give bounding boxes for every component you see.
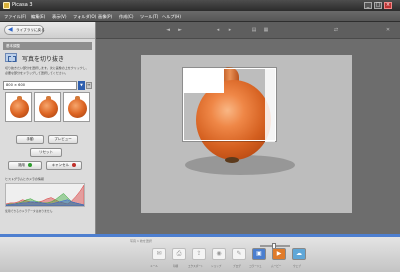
previous-photo-icon[interactable]: ◄ [164,27,172,34]
bottom-tray: 写真 1 枚を選択 ✉ メール ⎙ 印刷 ⇪ エクスポート ◉ ショップ ✎ ブ… [0,234,400,272]
back-to-library-label: ライブラリに戻る [16,28,45,32]
selection-status: 写真 1 枚を選択 [130,239,152,243]
crop-selection-box[interactable] [183,68,276,142]
apply-button[interactable]: 適用 [8,161,42,170]
crop-preview-thumb-1[interactable] [5,92,32,122]
histogram-label: ヒストグラムとカメラの情報 [5,177,44,181]
onion-root [225,157,239,163]
rotate-left-icon[interactable]: ◂ [214,27,222,34]
histogram-note: 使用できるカメラデータはありません [5,209,53,213]
export-icon[interactable]: ⇪ [192,248,206,260]
close-button[interactable]: × [384,2,392,9]
photo-stage [96,39,400,234]
crop-preview-thumb-2[interactable] [34,92,61,122]
title-bar: Picasa 3 _ □ × [0,0,400,11]
swap-orientation-icon[interactable]: ↔ [86,82,92,89]
menu-file[interactable]: ファイル(F) [4,14,26,20]
maximize-button[interactable]: □ [374,2,382,9]
close-view-icon[interactable]: ✕ [384,27,392,34]
aspect-ratio-row: 800 × 600 ▼ ↔ [3,81,92,90]
crop-tool-title: 写真を切り抜き [22,56,65,63]
blog-label: ブログ [233,265,241,268]
tab-basic-fixes[interactable]: 基本調整 [3,42,92,50]
picasa-app-icon [3,2,10,9]
shop-label: ショップ [211,265,222,268]
onion-thumb-image [10,99,29,118]
window-title: Picasa 3 [12,2,33,8]
menu-tools[interactable]: ツール(T) [140,14,158,20]
crop-tool-icon [5,53,17,62]
email-label: メール [150,265,158,268]
single-view-icon[interactable]: ▤ [250,27,258,34]
histogram-graph [5,184,85,207]
edit-panel: ◀ ライブラリに戻る 基本調整 写真を切り抜き 切り抜きたい部分を選択します。次… [0,22,96,235]
blog-icon[interactable]: ✎ [232,248,246,260]
histogram-box [5,183,85,207]
web-upload-icon[interactable]: ☁ [292,248,306,260]
back-to-library-button[interactable]: ◀ ライブラリに戻る [4,25,45,35]
export-label: エクスポート [188,265,204,268]
cancel-button[interactable]: キャンセル [46,161,82,170]
menu-view[interactable]: 表示(V) [52,14,67,20]
movie-icon[interactable]: ▶ [272,248,286,260]
email-icon[interactable]: ✉ [152,248,166,260]
photo-toolbar: ◄ ► ◂ ▸ ▤ ▦ ⇄ ✕ [96,22,400,39]
onion-thumb-image [39,99,58,118]
check-icon [28,163,33,167]
aspect-ratio-select[interactable]: 800 × 600 [3,81,77,90]
reset-button[interactable]: リセット [30,148,62,157]
collage-icon[interactable]: ▣ [252,248,266,260]
rotate-right-icon[interactable]: ▸ [226,27,234,34]
manual-button[interactable]: 手動 [16,135,44,144]
preview-button[interactable]: プレビュー [48,135,78,144]
grid-view-icon[interactable]: ▦ [262,27,270,34]
menu-folder[interactable]: フォルダ(O) [73,14,96,20]
cancel-icon [72,163,77,167]
collage-label: コラージュ [249,265,262,268]
shop-icon[interactable]: ◉ [212,248,226,260]
minimize-button[interactable]: _ [364,2,372,9]
back-arrow-icon: ◀ [8,26,13,33]
menu-create[interactable]: 作成(C) [119,14,134,20]
menu-help[interactable]: ヘルプ(H) [162,14,181,20]
print-icon[interactable]: ⎙ [172,248,186,260]
web-upload-label: ウェブ [293,265,301,268]
movie-label: ムービー [271,265,282,268]
chevron-down-icon[interactable]: ▼ [78,81,85,90]
menu-edit[interactable]: 編集(E) [31,14,45,20]
onion-thumb-image [68,99,87,118]
photo-canvas[interactable] [141,55,352,213]
back-bar: ◀ ライブラリに戻る [0,22,95,39]
next-photo-icon[interactable]: ► [176,27,184,34]
cancel-label: キャンセル [51,163,70,167]
apply-label: 適用 [17,163,25,167]
crop-tool-description: 切り抜きたい部分を選択します。次に画像の上をクリックし、必要な部分をドラッグして… [5,66,89,75]
compare-icon[interactable]: ⇄ [332,27,340,34]
print-label: 印刷 [173,265,179,268]
menu-picture[interactable]: 画像(P) [98,14,112,20]
crop-preview-thumb-3[interactable] [63,92,90,122]
